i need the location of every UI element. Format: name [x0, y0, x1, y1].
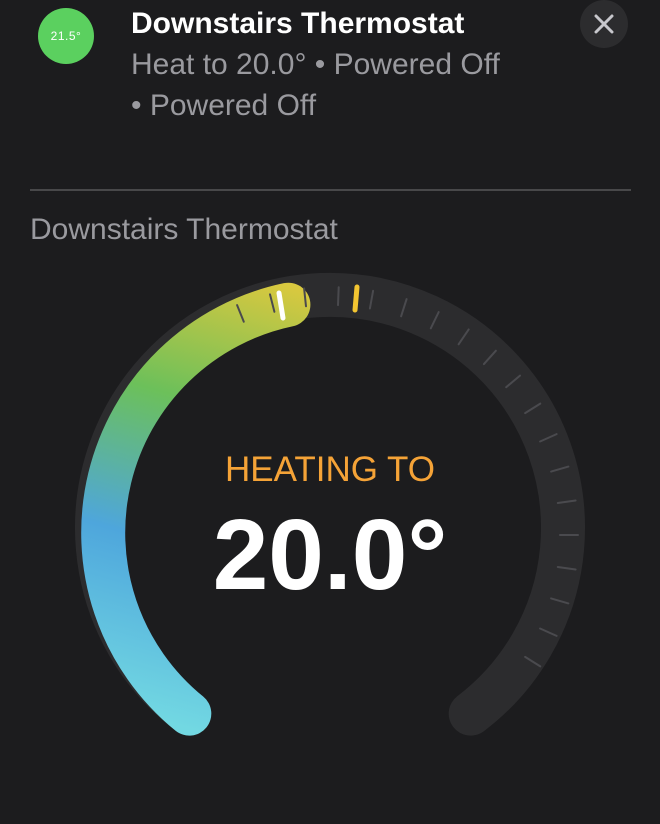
- target-temperature: 20.0°: [212, 499, 448, 611]
- thermostat-detail-screen: 21.5° Downstairs Thermostat Heat to 20.0…: [0, 0, 660, 824]
- temperature-dial[interactable]: [0, 0, 660, 824]
- heating-mode-label: HEATING TO: [224, 450, 436, 489]
- dial-tick: [337, 286, 340, 307]
- current-temp-marker: [352, 284, 360, 313]
